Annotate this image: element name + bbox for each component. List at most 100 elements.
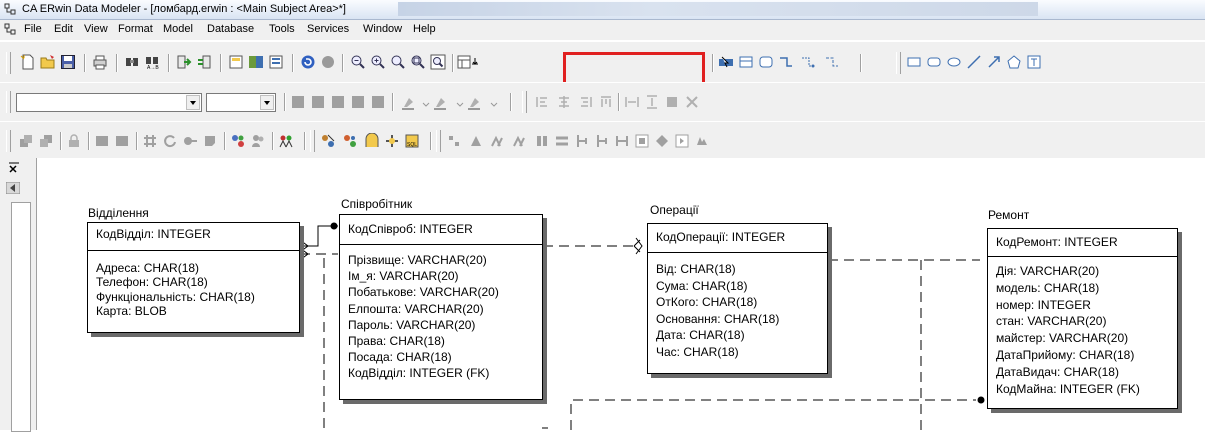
new-model-icon[interactable]	[20, 54, 36, 70]
forward-engineer-icon[interactable]	[176, 54, 192, 70]
entity-primary-key[interactable]: КодРемонт: INTEGER	[988, 229, 1177, 257]
line-tool-icon[interactable]	[966, 54, 982, 70]
attribute[interactable]: ДатаПрийому: CHAR(18)	[996, 347, 1140, 364]
menu-file[interactable]: File	[24, 23, 42, 35]
data-browser-icon[interactable]	[364, 133, 380, 149]
attribute[interactable]: Карта: BLOB	[96, 304, 255, 318]
menu-model[interactable]: Model	[163, 23, 193, 35]
attribute[interactable]: Дія: VARCHAR(20)	[996, 263, 1140, 280]
menu-tools[interactable]: Tools	[269, 23, 295, 35]
pointer-tool-icon[interactable]	[718, 54, 734, 70]
align-top-icon[interactable]	[598, 94, 614, 110]
attribute[interactable]: Функціональність: CHAR(18)	[96, 290, 255, 304]
zoom-in-icon[interactable]	[370, 54, 386, 70]
italic-icon[interactable]	[310, 94, 326, 110]
attribute[interactable]: Прізвище: VARCHAR(20)	[348, 252, 499, 268]
toolbar-grip[interactable]	[896, 52, 901, 74]
attribute[interactable]: модель: CHAR(18)	[996, 280, 1140, 297]
transform-icon-4[interactable]	[512, 133, 528, 149]
attribute[interactable]: Права: CHAR(18)	[348, 333, 499, 349]
users-icon[interactable]	[250, 133, 266, 149]
entity-operatsii[interactable]: КодОперації: INTEGER Від: CHAR(18) Сума:…	[647, 223, 828, 374]
panel-scroll-area[interactable]	[11, 202, 31, 432]
group-icon[interactable]	[94, 133, 110, 149]
entity-vidilennia[interactable]: КодВідділ: INTEGER Адреса: CHAR(18) Теле…	[87, 222, 300, 333]
stop-icon[interactable]	[320, 54, 336, 70]
text-tool-icon[interactable]	[1026, 54, 1042, 70]
transform-icon-5[interactable]	[534, 133, 550, 149]
menu-edit[interactable]: Edit	[54, 23, 73, 35]
polygon-tool-icon[interactable]	[1006, 54, 1022, 70]
sync-icon[interactable]	[384, 133, 400, 149]
layout-icon[interactable]	[684, 94, 700, 110]
line-color-icon[interactable]	[432, 94, 448, 110]
subject-area-icon[interactable]	[230, 133, 246, 149]
dropdown-arrow-icon[interactable]	[470, 54, 480, 70]
attribute[interactable]: Сума: CHAR(18)	[656, 278, 779, 295]
transform-icon-11[interactable]	[654, 133, 670, 149]
ungroup-icon[interactable]	[114, 133, 130, 149]
toolbar-grip[interactable]	[6, 52, 11, 74]
font-name-select[interactable]	[16, 93, 202, 112]
send-backward-icon[interactable]	[38, 133, 54, 149]
same-size-icon[interactable]	[664, 94, 680, 110]
non-identifying-relationship-icon[interactable]	[824, 54, 840, 70]
transform-icon-13[interactable]	[694, 133, 710, 149]
transform-icon-8[interactable]	[594, 133, 610, 149]
align-left-icon[interactable]	[534, 94, 550, 110]
zoom-window-icon[interactable]	[430, 54, 446, 70]
bring-forward-icon[interactable]	[18, 133, 34, 149]
attribute[interactable]: Дата: CHAR(18)	[656, 327, 779, 344]
attribute[interactable]: ДатаВидач: CHAR(18)	[996, 364, 1140, 381]
grid-icon[interactable]	[142, 133, 158, 149]
font-size-select[interactable]	[206, 93, 276, 112]
toolbar-grip[interactable]	[436, 130, 441, 152]
identifying-relationship-icon[interactable]	[778, 54, 794, 70]
attribute[interactable]: Основання: CHAR(18)	[656, 311, 779, 328]
attribute[interactable]: Від: CHAR(18)	[656, 261, 779, 278]
attribute[interactable]: Елпошта: VARCHAR(20)	[348, 301, 499, 317]
attribute[interactable]: Адреса: CHAR(18)	[96, 261, 255, 275]
toolbar-grip[interactable]	[522, 91, 527, 113]
menu-window[interactable]: Window	[363, 23, 402, 35]
font-color-icon[interactable]	[370, 94, 386, 110]
model-sources-icon[interactable]	[342, 133, 358, 149]
attribute[interactable]: стан: VARCHAR(20)	[996, 313, 1140, 330]
close-icon[interactable]	[8, 162, 20, 174]
note-icon[interactable]	[202, 133, 218, 149]
view-tool-icon[interactable]	[758, 54, 774, 70]
toolbar-grip[interactable]	[6, 130, 11, 152]
space-horizontally-icon[interactable]	[624, 94, 640, 110]
align-center-icon[interactable]	[556, 94, 572, 110]
reverse-engineer-icon[interactable]	[196, 54, 212, 70]
collapse-arrow-icon[interactable]	[6, 182, 20, 194]
menu-database[interactable]: Database	[207, 23, 254, 35]
attribute[interactable]: ОтКого: CHAR(18)	[656, 294, 779, 311]
open-model-icon[interactable]	[40, 54, 56, 70]
model-validation-icon[interactable]	[320, 133, 336, 149]
attribute[interactable]: Телефон: CHAR(18)	[96, 275, 255, 289]
lock-icon[interactable]	[66, 133, 82, 149]
save-icon[interactable]	[60, 54, 76, 70]
align-right-icon[interactable]	[578, 94, 594, 110]
transform-icon-2[interactable]	[468, 133, 484, 149]
text-color-icon[interactable]	[466, 94, 482, 110]
strikethrough-icon[interactable]	[350, 94, 366, 110]
menu-help[interactable]: Help	[413, 23, 436, 35]
entity-primary-key[interactable]: КодОперації: INTEGER	[648, 224, 827, 253]
transform-icon-10[interactable]	[634, 133, 650, 149]
attribute[interactable]: Пароль: VARCHAR(20)	[348, 317, 499, 333]
attribute[interactable]: КодМайна: INTEGER (FK)	[996, 381, 1140, 398]
text-color-dropdown-icon[interactable]	[486, 94, 502, 110]
transform-icon-3[interactable]	[490, 133, 506, 149]
entity-primary-key[interactable]: КодВідділ: INTEGER	[88, 223, 299, 251]
rounded-rectangle-tool-icon[interactable]	[926, 54, 942, 70]
print-icon[interactable]	[92, 54, 108, 70]
zoom-fit-icon[interactable]	[410, 54, 426, 70]
arrow-tool-icon[interactable]	[986, 54, 1002, 70]
rectangle-tool-icon[interactable]	[906, 54, 922, 70]
entity-remont[interactable]: КодРемонт: INTEGER Дія: VARCHAR(20) моде…	[987, 228, 1178, 409]
ellipse-tool-icon[interactable]	[946, 54, 962, 70]
entity-spivrobitnyk[interactable]: КодСпівроб: INTEGER Прізвище: VARCHAR(20…	[339, 214, 543, 400]
space-vertically-icon[interactable]	[644, 94, 660, 110]
